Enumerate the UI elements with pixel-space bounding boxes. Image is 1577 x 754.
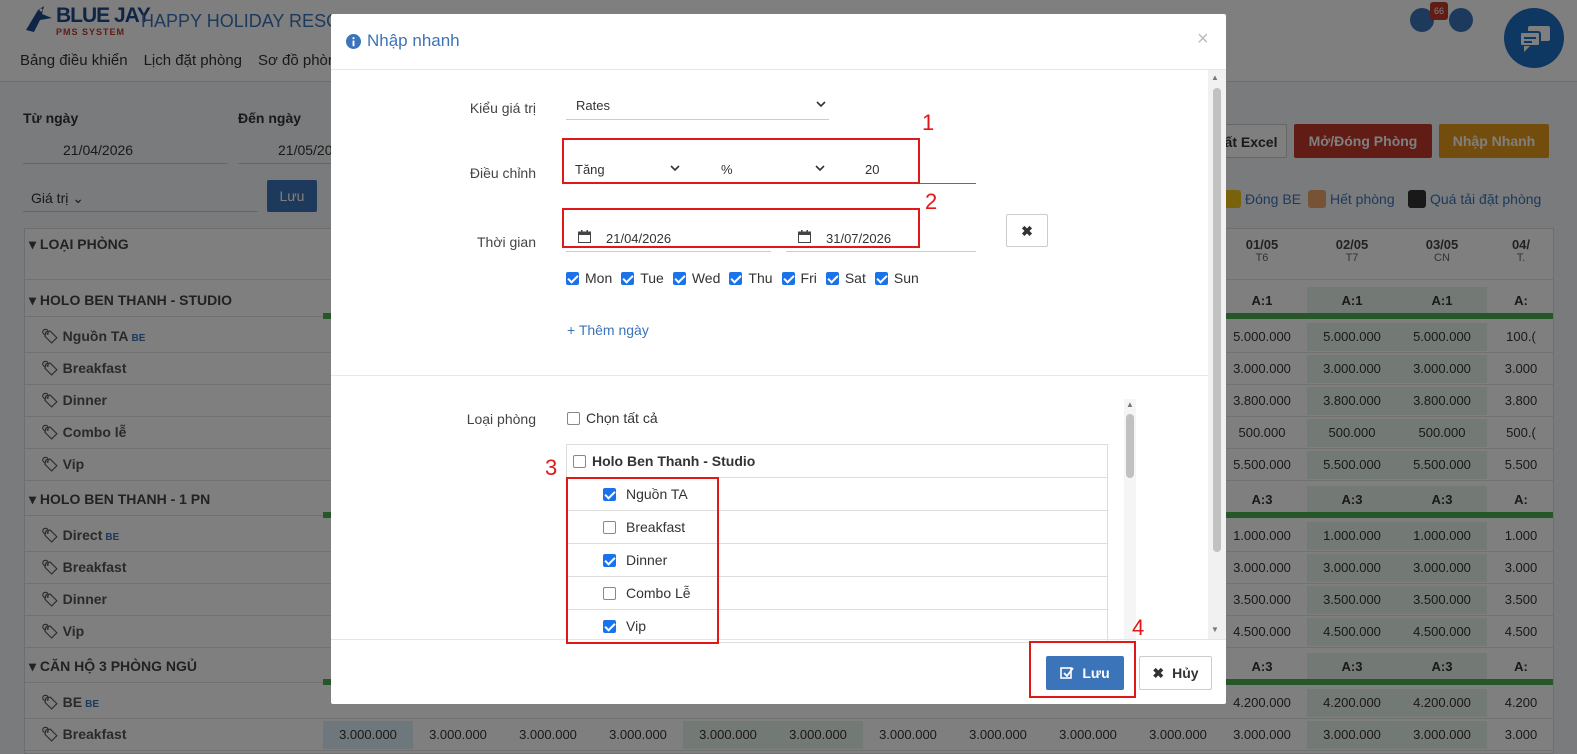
cancel-button[interactable]: ✖ Hủy — [1139, 656, 1212, 690]
value-type-label: Kiểu giá trị — [469, 100, 536, 116]
room-group-label: Holo Ben Thanh - Studio — [592, 453, 756, 469]
weekday-checkbox-fri[interactable]: Fri — [781, 270, 817, 286]
weekday-label: Sun — [893, 270, 919, 286]
annotation-number-4: 4 — [1132, 615, 1145, 640]
scroll-down-icon[interactable]: ▼ — [1211, 625, 1219, 634]
checkbox[interactable] — [672, 271, 686, 285]
weekday-label: Tue — [640, 270, 664, 286]
checkbox[interactable] — [621, 271, 635, 285]
annotation-box-3 — [566, 477, 719, 644]
checkbox[interactable] — [573, 454, 586, 468]
modal-scrollbar-thumb[interactable] — [1213, 88, 1221, 552]
weekday-label: Mon — [585, 270, 613, 286]
close-icon[interactable]: × — [1197, 28, 1209, 51]
modal-header: Nhập nhanh × — [331, 14, 1226, 70]
weekday-checkbox-sat[interactable]: Sat — [825, 270, 866, 286]
clear-dates-button[interactable]: ✖ — [1006, 214, 1048, 247]
value-type-value: Rates — [576, 98, 610, 113]
checkbox[interactable] — [729, 271, 743, 285]
modal-title: Nhập nhanh — [346, 31, 460, 51]
weekday-checkbox-thu[interactable]: Thu — [729, 270, 773, 286]
annotation-number-2: 2 — [925, 189, 938, 214]
annotation-box-4 — [1029, 641, 1136, 698]
close-icon: ✖ — [1152, 664, 1165, 681]
select-all-label: Chọn tất cả — [586, 410, 658, 426]
annotation-box-1 — [562, 138, 920, 184]
checkbox[interactable] — [825, 271, 839, 285]
annotation-box-2 — [562, 208, 920, 248]
room-type-label: Loại phòng — [466, 411, 536, 427]
weekday-checkbox-mon[interactable]: Mon — [566, 270, 612, 286]
add-day-link[interactable]: + Thêm ngày — [567, 322, 649, 338]
weekday-label: Thu — [748, 270, 773, 286]
annotation-number-3: 3 — [545, 455, 558, 480]
weekday-checkbox-tue[interactable]: Tue — [621, 270, 664, 286]
weekday-label: Sat — [844, 270, 866, 286]
scroll-up-icon[interactable]: ▲ — [1211, 73, 1219, 82]
modal-title-text: Nhập nhanh — [367, 31, 460, 50]
cancel-button-label: Hủy — [1172, 665, 1199, 681]
weekday-label: Fri — [800, 270, 817, 286]
checkbox[interactable] — [566, 271, 579, 285]
chevron-down-icon — [816, 101, 826, 108]
select-all-checkbox[interactable]: Chọn tất cả — [567, 410, 658, 428]
checkbox[interactable] — [781, 271, 795, 285]
quick-entry-modal: Nhập nhanh × Kiểu giá trị Rates Điều chỉ… — [331, 14, 1226, 704]
weekday-checkbox-sun[interactable]: Sun — [874, 270, 919, 286]
list-scroll-up-icon[interactable]: ▲ — [1126, 400, 1134, 409]
weekday-checkbox-wed[interactable]: Wed — [672, 270, 721, 286]
weekday-label: Wed — [691, 270, 721, 286]
modal-divider — [331, 375, 1211, 376]
annotation-number-1: 1 — [922, 110, 935, 135]
info-icon — [346, 33, 361, 49]
time-label: Thời gian — [477, 234, 536, 250]
adjust-label: Điều chỉnh — [469, 165, 536, 181]
weekday-checkboxes: Mon Tue Wed Thu Fri Sat Sun — [566, 270, 919, 286]
checkbox[interactable] — [874, 271, 888, 285]
checkbox[interactable] — [567, 411, 580, 425]
value-type-select[interactable]: Rates — [566, 92, 829, 120]
room-group-row[interactable]: Holo Ben Thanh - Studio — [567, 445, 1107, 478]
list-scrollbar-thumb[interactable] — [1126, 414, 1134, 478]
